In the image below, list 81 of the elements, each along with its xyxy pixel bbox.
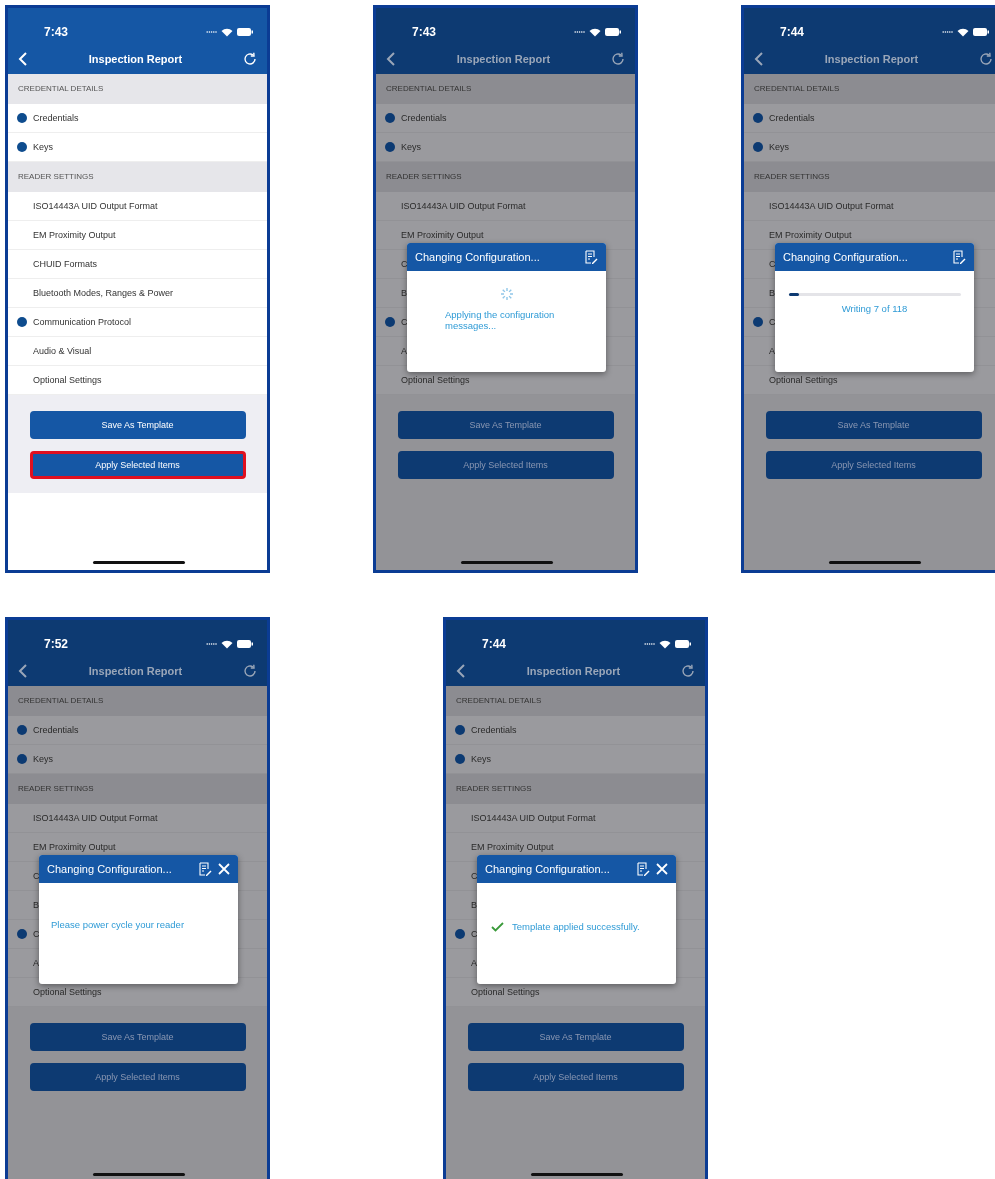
list-item[interactable]: Credentials [446,716,705,745]
list-item[interactable]: Credentials [744,104,995,133]
battery-icon [675,640,691,648]
section-header: CREDENTIAL DETAILS [8,74,267,104]
save-template-button[interactable]: Save As Template [765,411,982,439]
spinner-icon [499,287,514,301]
battery-icon [605,28,621,36]
list-item[interactable]: Keys [8,745,267,774]
signal-icon [205,30,217,34]
close-icon[interactable] [218,863,230,875]
section-header: READER SETTINGS [744,162,995,192]
save-template-button[interactable]: Save As Template [29,1023,246,1051]
wifi-icon [589,27,601,37]
section-header: READER SETTINGS [8,774,267,804]
list-item[interactable]: Keys [376,133,635,162]
signal-icon [205,642,217,646]
back-icon[interactable] [754,52,764,66]
list-item[interactable]: ISO14443A UID Output Format [8,804,267,833]
apply-items-button[interactable]: Apply Selected Items [397,451,614,479]
status-time: 7:44 [482,637,507,651]
refresh-icon[interactable] [243,664,257,678]
wifi-icon [221,639,233,649]
section-header: READER SETTINGS [376,162,635,192]
save-template-button[interactable]: Save As Template [467,1023,684,1051]
section-header: CREDENTIAL DETAILS [744,74,995,104]
section-header: READER SETTINGS [446,774,705,804]
list-item[interactable]: Keys [744,133,995,162]
apply-items-button[interactable]: Apply Selected Items [29,451,246,479]
back-icon[interactable] [386,52,396,66]
list-item[interactable]: Credentials [8,716,267,745]
save-template-button[interactable]: Save As Template [29,411,246,439]
check-icon [491,921,504,932]
apply-items-button[interactable]: Apply Selected Items [467,1063,684,1091]
save-template-button[interactable]: Save As Template [397,411,614,439]
section-header: CREDENTIAL DETAILS [376,74,635,104]
battery-icon [237,640,253,648]
apply-items-button[interactable]: Apply Selected Items [765,451,982,479]
screen-title: Inspection Report [88,53,183,65]
back-icon[interactable] [456,664,466,678]
document-edit-icon[interactable] [953,250,966,264]
list-item[interactable]: ISO14443A UID Output Format [446,804,705,833]
status-message: Writing 7 of 118 [841,303,908,314]
list-item[interactable]: Keys [446,745,705,774]
signal-icon [941,30,953,34]
list-item[interactable]: ISO14443A UID Output Format [376,192,635,221]
status-message: Please power cycle your reader [51,919,186,930]
apply-items-button[interactable]: Apply Selected Items [29,1063,246,1091]
battery-icon [973,28,989,36]
battery-icon [237,28,253,36]
status-time: 7:43 [412,25,437,39]
signal-icon [643,642,655,646]
wifi-icon [659,639,671,649]
section-header: CREDENTIAL DETAILS [8,686,267,716]
section-header: CREDENTIAL DETAILS [446,686,705,716]
refresh-icon[interactable] [611,52,625,66]
status-message: Template applied successfully. [512,921,640,932]
dialog-title: Changing Configuration... [415,251,541,263]
dialog-title: Changing Configuration... [47,863,173,875]
screen-title: Inspection Report [88,665,183,677]
back-icon[interactable] [18,664,28,678]
status-time: 7:43 [44,25,69,39]
refresh-icon[interactable] [979,52,993,66]
dialog-title: Changing Configuration... [783,251,909,263]
list-item[interactable]: ISO14443A UID Output Format [744,192,995,221]
section-header: READER SETTINGS [8,162,267,192]
status-message: Applying the configuration messages... [444,309,556,331]
document-edit-icon[interactable] [585,250,598,264]
list-item[interactable]: Credentials [376,104,635,133]
document-edit-icon[interactable] [199,862,212,876]
wifi-icon [221,27,233,37]
status-time: 7:44 [780,25,805,39]
wifi-icon [957,27,969,37]
refresh-icon[interactable] [681,664,695,678]
signal-icon [573,30,585,34]
close-icon[interactable] [656,863,668,875]
screen-title: Inspection Report [526,665,621,677]
status-time: 7:52 [44,637,69,651]
screen-title: Inspection Report [456,53,551,65]
dialog-title: Changing Configuration... [485,863,611,875]
document-edit-icon[interactable] [637,862,650,876]
screen-title: Inspection Report [824,53,919,65]
